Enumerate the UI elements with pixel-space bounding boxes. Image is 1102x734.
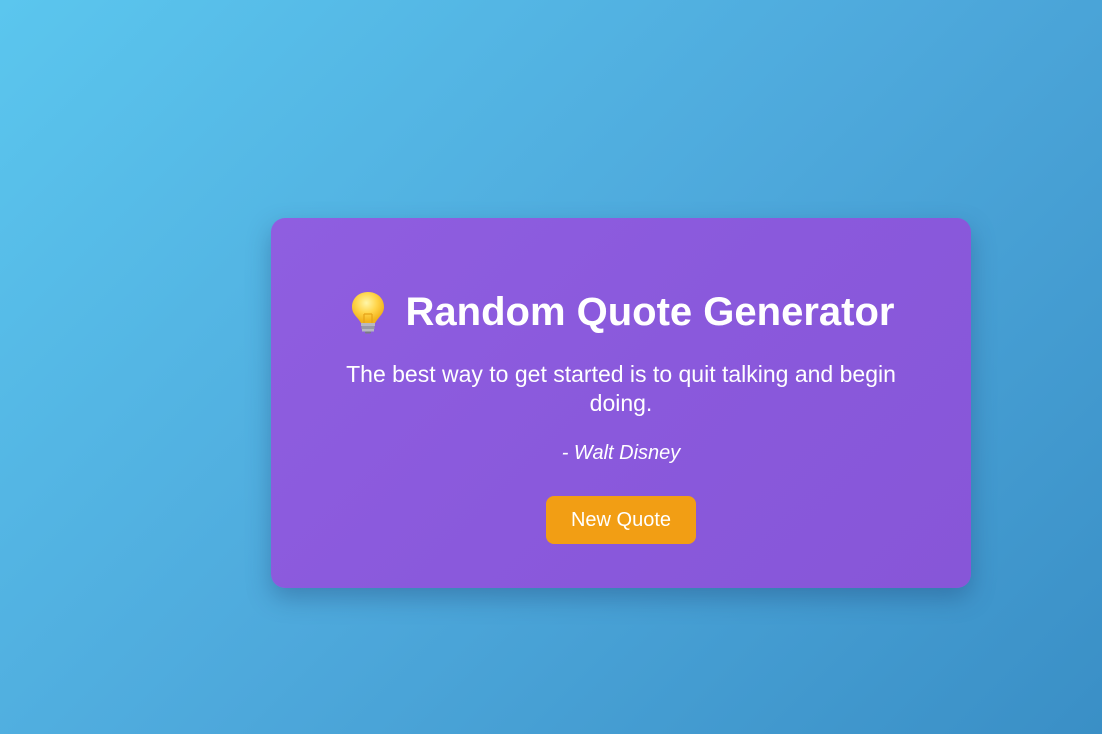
lightbulb-icon <box>348 290 388 334</box>
quote-author: - Walt Disney <box>561 442 681 464</box>
app-title: Random Quote Generator <box>405 290 895 334</box>
quote-text: The best way to get started is to quit t… <box>346 361 896 416</box>
page-title: Random Quote Generator <box>271 288 971 336</box>
quote-card: Random Quote Generator The best way to g… <box>271 218 971 588</box>
new-quote-button[interactable]: New Quote <box>546 496 696 544</box>
